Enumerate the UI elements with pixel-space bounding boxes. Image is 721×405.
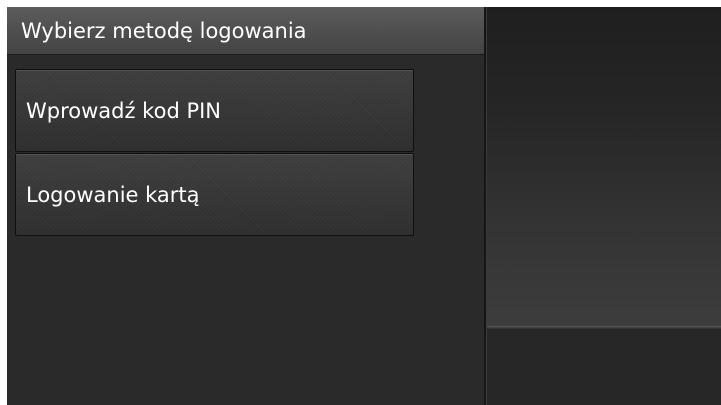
title-bar: Wybierz metodę logowania (7, 7, 484, 55)
page-title: Wybierz metodę logowania (21, 19, 307, 43)
card-login-button[interactable]: Logowanie kartą (15, 153, 414, 236)
enter-pin-label: Wprowadź kod PIN (26, 99, 222, 123)
side-panel (487, 7, 721, 405)
main-panel: Wybierz metodę logowania Wprowadź kod PI… (7, 7, 484, 405)
side-panel-lower (487, 329, 721, 405)
enter-pin-button[interactable]: Wprowadź kod PIN (15, 69, 414, 152)
card-login-label: Logowanie kartą (26, 183, 200, 207)
login-method-screen: Wybierz metodę logowania Wprowadź kod PI… (7, 7, 721, 405)
side-panel-upper (487, 7, 721, 326)
